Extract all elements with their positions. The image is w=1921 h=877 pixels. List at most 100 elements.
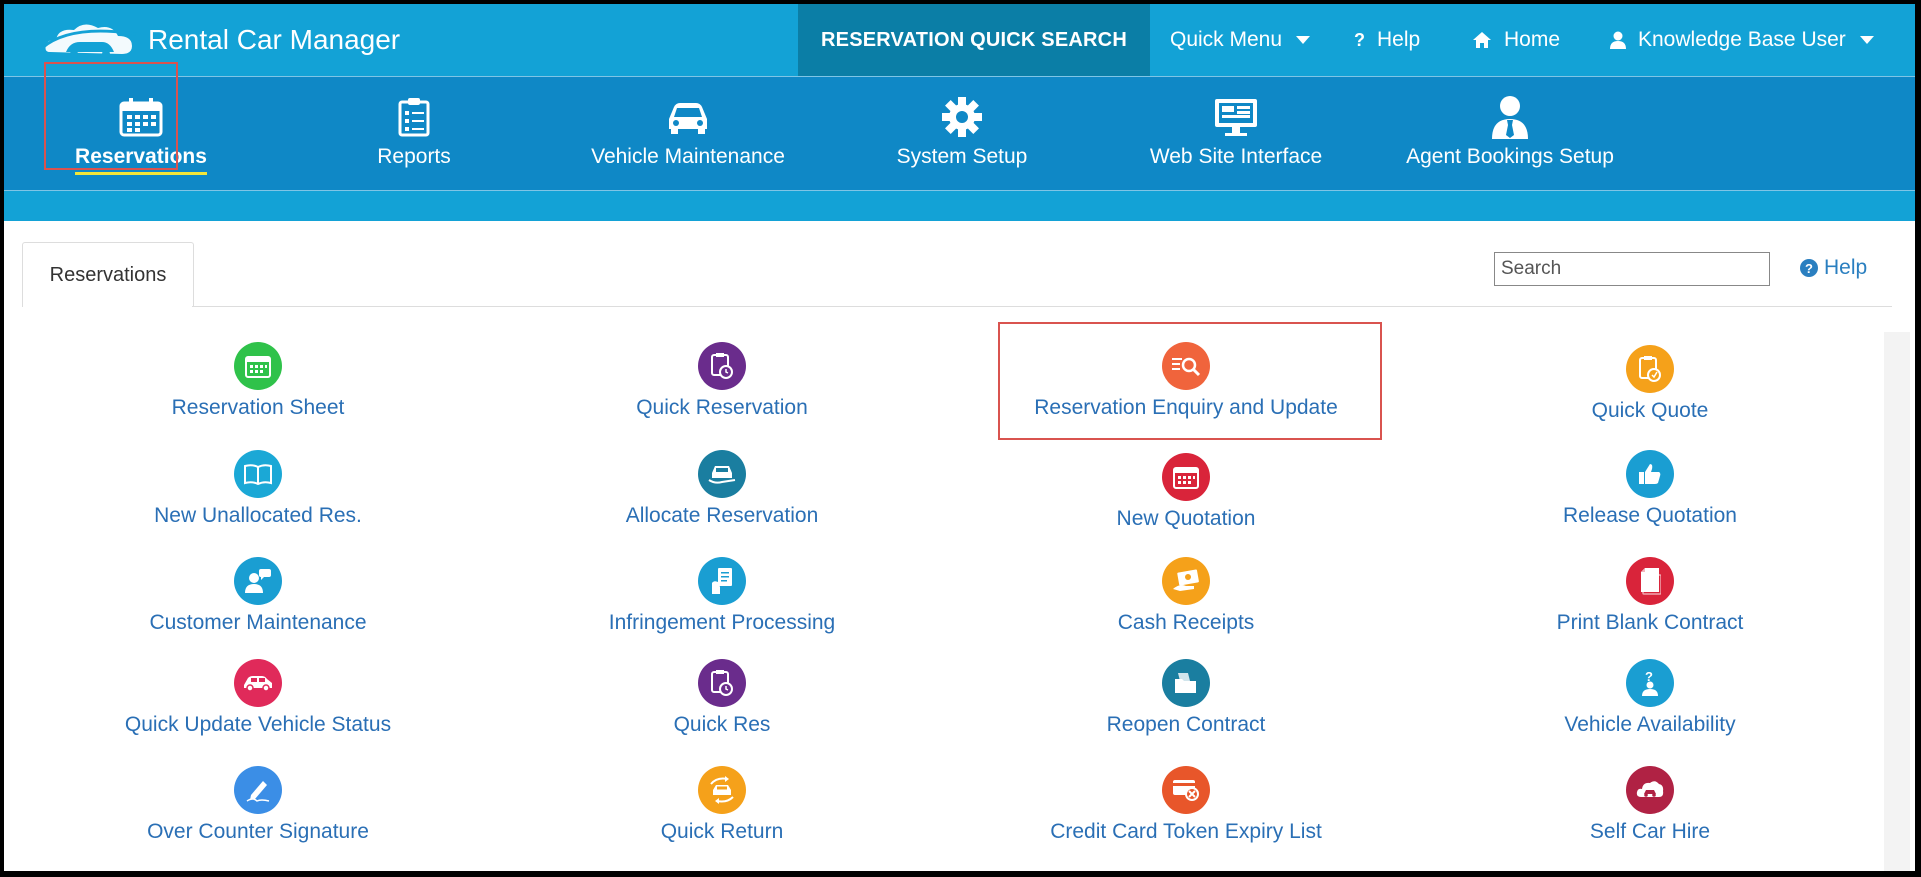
tile-reopen-contract[interactable]: Reopen Contract — [966, 659, 1406, 737]
question-icon: ? — [1354, 29, 1365, 50]
module-system-setup[interactable]: System Setup — [862, 77, 1062, 191]
customer-chat-icon — [234, 557, 282, 605]
cloud-car-logo-icon — [41, 24, 137, 58]
tile-vehicle-availability[interactable]: ? Vehicle Availability — [1430, 659, 1870, 737]
cash-icon — [1162, 557, 1210, 605]
module-label: Agent Bookings Setup — [1406, 145, 1614, 168]
quick-menu-label: Quick Menu — [1170, 28, 1283, 51]
thumbs-up-icon — [1626, 450, 1674, 498]
tile-self-car-hire[interactable]: Self Car Hire — [1430, 766, 1870, 844]
top-bar: Rental Car Manager RESERVATION QUICK SEA… — [4, 4, 1915, 76]
tile-print-blank-contract[interactable]: Print Blank Contract — [1430, 557, 1870, 635]
document-hand-icon — [698, 557, 746, 605]
tile-label: Infringement Processing — [608, 611, 836, 634]
tile-new-unallocated-res[interactable]: New Unallocated Res. — [38, 450, 478, 528]
calendar-icon — [1162, 453, 1210, 501]
car-return-icon — [698, 766, 746, 814]
module-label: Reports — [377, 145, 451, 168]
user-menu-dropdown[interactable]: Knowledge Base User — [1610, 4, 1874, 76]
module-label: Web Site Interface — [1149, 145, 1323, 168]
tile-customer-maintenance[interactable]: Customer Maintenance — [38, 557, 478, 635]
tile-new-quotation[interactable]: New Quotation — [966, 453, 1406, 531]
car-icon — [234, 659, 282, 707]
module-vehicle-maintenance[interactable]: Vehicle Maintenance — [588, 77, 788, 191]
book-icon — [234, 450, 282, 498]
tile-label: New Unallocated Res. — [154, 504, 362, 527]
tile-label: New Quotation — [1116, 507, 1256, 530]
tile-label: Quick Return — [660, 820, 784, 843]
tile-label: Quick Update Vehicle Status — [124, 713, 392, 736]
tile-label: Over Counter Signature — [147, 820, 369, 843]
folder-open-icon — [1162, 659, 1210, 707]
tile-label: Print Blank Contract — [1556, 611, 1744, 634]
app-title: Rental Car Manager — [148, 24, 401, 55]
tile-credit-card-token-expiry-list[interactable]: Credit Card Token Expiry List — [966, 766, 1406, 844]
scrollbar[interactable] — [1884, 332, 1910, 871]
module-label: Vehicle Maintenance — [591, 145, 785, 168]
tile-quick-update-vehicle-status[interactable]: Quick Update Vehicle Status — [38, 659, 478, 737]
home-label: Home — [1504, 28, 1561, 51]
module-web-site-interface[interactable]: Web Site Interface — [1136, 77, 1336, 191]
search-input[interactable] — [1494, 252, 1770, 286]
tile-label: Customer Maintenance — [149, 611, 367, 634]
calendar-icon — [234, 342, 282, 390]
tile-infringement-processing[interactable]: Infringement Processing — [502, 557, 942, 635]
document-icon — [1626, 557, 1674, 605]
tab-divider — [192, 306, 1892, 307]
checklist-icon — [397, 95, 431, 139]
chevron-down-icon — [1859, 36, 1874, 44]
tile-allocate-reservation[interactable]: Allocate Reservation — [502, 450, 942, 528]
quote-clipboard-icon — [1626, 345, 1674, 393]
car-hand-icon — [698, 450, 746, 498]
tile-label: Credit Card Token Expiry List — [1050, 820, 1322, 843]
card-cancel-icon — [1162, 766, 1210, 814]
tile-label: Reservation Sheet — [171, 396, 345, 419]
tile-quick-return[interactable]: Quick Return — [502, 766, 942, 844]
agent-icon — [1490, 95, 1530, 139]
question-person-icon: ? — [1626, 659, 1674, 707]
chevron-down-icon — [1296, 36, 1311, 44]
tile-label: Quick Reservation — [636, 396, 808, 419]
tile-label: Quick Res — [673, 713, 771, 736]
highlight-box-enquiry — [998, 322, 1382, 440]
help-label: Help — [1824, 256, 1868, 279]
module-nav: Reservations Reports Vehicle Maintenance… — [4, 76, 1915, 191]
tab-reservations[interactable]: Reservations — [22, 242, 194, 307]
tile-label: Reopen Contract — [1106, 713, 1266, 736]
tile-quick-res[interactable]: Quick Res — [502, 659, 942, 737]
tile-reservation-sheet[interactable]: Reservation Sheet — [38, 342, 478, 420]
gear-icon — [941, 95, 983, 139]
stopwatch-clipboard-icon — [698, 342, 746, 390]
question-circle-icon: ? — [1800, 259, 1818, 277]
car-icon — [665, 95, 711, 139]
module-label: System Setup — [896, 145, 1028, 168]
brand[interactable]: Rental Car Manager — [40, 18, 400, 62]
tile-label: Quick Quote — [1591, 399, 1709, 422]
quick-menu-dropdown[interactable]: Quick Menu — [1170, 4, 1311, 76]
tile-label: Vehicle Availability — [1564, 713, 1736, 736]
sub-band — [4, 190, 1915, 221]
tile-release-quotation[interactable]: Release Quotation — [1430, 450, 1870, 528]
tile-cash-receipts[interactable]: Cash Receipts — [966, 557, 1406, 635]
tile-label: Cash Receipts — [1117, 611, 1255, 634]
highlight-box-reservations — [44, 62, 178, 170]
module-reports[interactable]: Reports — [314, 77, 514, 191]
help-link[interactable]: ? Help — [1800, 256, 1867, 280]
tile-label: Release Quotation — [1563, 504, 1737, 527]
home-link[interactable]: Home — [1472, 4, 1560, 76]
app-window: Rental Car Manager RESERVATION QUICK SEA… — [4, 4, 1915, 871]
stopwatch-clipboard-icon — [698, 659, 746, 707]
cloud-car-icon — [1626, 766, 1674, 814]
tile-over-counter-signature[interactable]: Over Counter Signature — [38, 766, 478, 844]
reservation-quick-search-button[interactable]: RESERVATION QUICK SEARCH — [798, 4, 1150, 76]
module-agent-bookings-setup[interactable]: Agent Bookings Setup — [1406, 77, 1614, 191]
pen-icon — [234, 766, 282, 814]
tile-quick-quote[interactable]: Quick Quote — [1430, 345, 1870, 423]
tile-label: Self Car Hire — [1589, 820, 1711, 843]
help-label: Help — [1377, 28, 1421, 51]
user-name: Knowledge Base User — [1638, 28, 1846, 51]
monitor-icon — [1213, 95, 1259, 139]
tile-quick-reservation[interactable]: Quick Reservation — [502, 342, 942, 420]
help-link-top[interactable]: ? Help — [1354, 4, 1420, 76]
user-icon — [1610, 31, 1626, 49]
